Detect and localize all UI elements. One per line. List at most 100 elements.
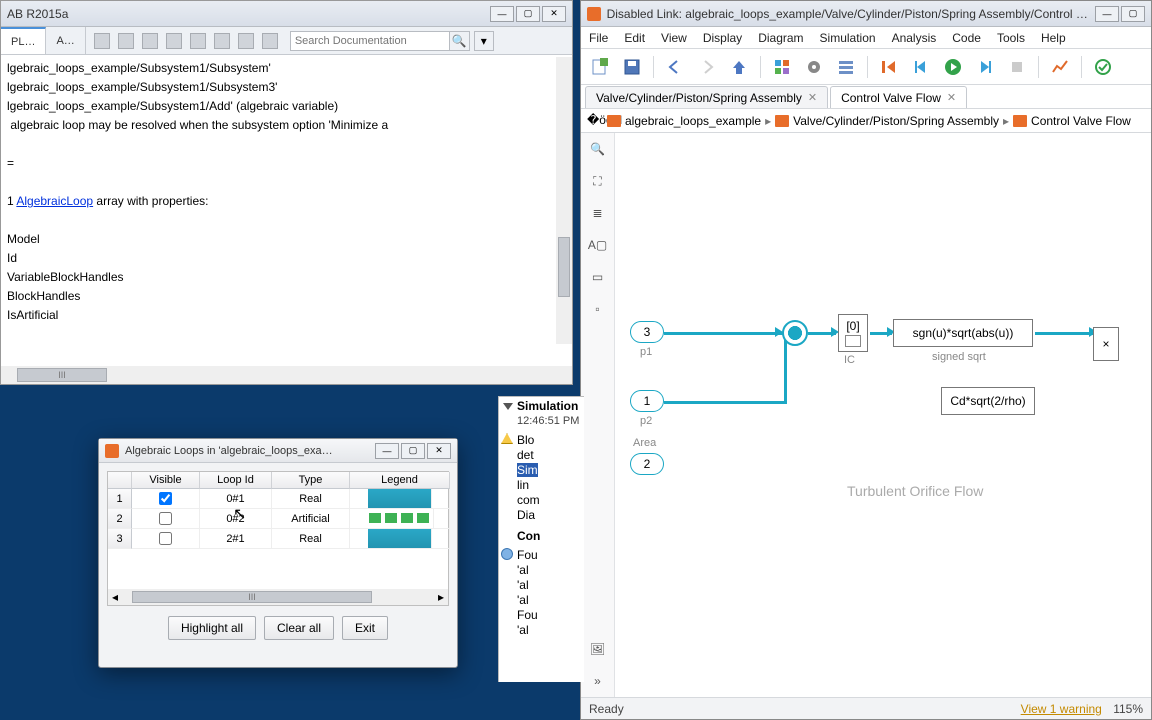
table-row[interactable]: 2 0#2 Artificial	[108, 509, 448, 529]
algebraicloop-link[interactable]: AlgebraicLoop	[16, 194, 93, 208]
new-script-icon[interactable]	[94, 33, 110, 49]
cut-icon[interactable]	[142, 33, 158, 49]
redo-icon[interactable]	[238, 33, 254, 49]
menu-display[interactable]: Display	[703, 31, 742, 45]
paste-icon[interactable]	[190, 33, 206, 49]
stop-icon[interactable]	[1004, 54, 1030, 80]
menu-simulation[interactable]: Simulation	[820, 31, 876, 45]
close-button[interactable]: ✕	[542, 6, 566, 22]
undo-icon[interactable]	[214, 33, 230, 49]
expand-icon[interactable]: »	[587, 671, 609, 691]
matlab-toolstrip: PL… A… 🔍 ▾	[1, 27, 572, 55]
sim-diag-header[interactable]: Simulation	[499, 397, 584, 415]
horizontal-scrollbar[interactable]: III	[1, 366, 572, 384]
copy-icon[interactable]	[166, 33, 182, 49]
menu-analysis[interactable]: Analysis	[892, 31, 937, 45]
zoom-icon[interactable]: 🔍	[587, 139, 609, 159]
exit-button[interactable]: Exit	[342, 616, 388, 640]
model-explorer-icon[interactable]	[833, 54, 859, 80]
al-close-button[interactable]: ✕	[427, 443, 451, 459]
fcn-block[interactable]: sgn(u)*sqrt(abs(u))	[893, 319, 1033, 347]
simulation-diagnostics-panel: Simulation 12:46:51 PM Blo det Sim lin c…	[498, 396, 584, 682]
tab-spring-assembly[interactable]: Valve/Cylinder/Piston/Spring Assembly✕	[585, 86, 828, 108]
table-row[interactable]: 1 0#1 Real	[108, 489, 448, 509]
menu-edit[interactable]: Edit	[624, 31, 645, 45]
vertical-scrollbar[interactable]	[556, 57, 572, 344]
crumb-level-1[interactable]: Valve/Cylinder/Piston/Spring Assembly	[793, 114, 999, 128]
scrollbar-thumb[interactable]	[558, 237, 570, 297]
crumb-root[interactable]: algebraic_loops_example	[625, 114, 761, 128]
back-icon[interactable]	[662, 54, 688, 80]
al-horizontal-scrollbar[interactable]: ◂III▸	[108, 589, 448, 605]
al-maximize-button[interactable]: ▢	[401, 443, 425, 459]
menu-help[interactable]: Help	[1041, 31, 1066, 45]
maximize-button[interactable]: ▢	[516, 6, 540, 22]
crumb-level-2[interactable]: Control Valve Flow	[1031, 114, 1131, 128]
up-icon[interactable]	[726, 54, 752, 80]
inport-area[interactable]: 2	[630, 453, 664, 475]
search-documentation: 🔍 ▾	[286, 27, 572, 54]
slk-maximize-button[interactable]: ▢	[1121, 6, 1145, 22]
inport-p2[interactable]: 1	[630, 390, 664, 412]
inport-p1-label: p1	[640, 346, 652, 358]
close-tab-icon[interactable]: ✕	[808, 91, 817, 104]
step-forward-icon[interactable]	[972, 54, 998, 80]
new-model-icon[interactable]	[587, 54, 613, 80]
step-back-icon[interactable]	[876, 54, 902, 80]
annotation-icon[interactable]: A▢	[587, 235, 609, 255]
block-diagram-canvas[interactable]: 3 p1 1 p2 2 Area [0] IC sgn(u)*sqrt(abs(…	[615, 133, 1151, 697]
table-row[interactable]: 3 2#1 Real	[108, 529, 448, 549]
hscroll-thumb[interactable]: III	[17, 368, 107, 382]
menu-code[interactable]: Code	[952, 31, 981, 45]
inport-p1[interactable]: 3	[630, 321, 664, 343]
viewmark-icon[interactable]: ▫	[587, 299, 609, 319]
sum-block[interactable]	[782, 320, 808, 346]
visible-checkbox[interactable]	[159, 512, 172, 525]
forward-icon[interactable]	[694, 54, 720, 80]
command-window-content: lgebraic_loops_example/Subsystem1/Subsys…	[1, 57, 572, 327]
menu-tools[interactable]: Tools	[997, 31, 1025, 45]
status-warning-link[interactable]: View 1 warning	[1021, 702, 1102, 716]
product-block[interactable]: ×	[1093, 327, 1119, 361]
command-window[interactable]: lgebraic_loops_example/Subsystem1/Subsys…	[1, 57, 572, 344]
save-icon[interactable]	[619, 54, 645, 80]
tab-control-valve-flow[interactable]: Control Valve Flow✕	[830, 86, 967, 108]
library-browser-icon[interactable]	[769, 54, 795, 80]
data-inspector-icon[interactable]	[1047, 54, 1073, 80]
home-icon[interactable]: �ödel	[587, 113, 603, 129]
status-zoom[interactable]: 115%	[1113, 702, 1143, 716]
visible-checkbox[interactable]	[159, 532, 172, 545]
minimize-button[interactable]: —	[490, 6, 514, 22]
step-back-once-icon[interactable]	[908, 54, 934, 80]
search-dropdown-icon[interactable]: ▾	[474, 31, 494, 51]
area-icon[interactable]: ▭	[587, 267, 609, 287]
save-icon[interactable]	[118, 33, 134, 49]
hierarchy-icon[interactable]: ≣	[587, 203, 609, 223]
loops-table: Visible Loop Id Type Legend 1 0#1 Real 2…	[107, 471, 449, 606]
gain-block[interactable]: Cd*sqrt(2/rho)	[941, 387, 1035, 415]
run-icon[interactable]	[940, 54, 966, 80]
toolstrip-tab-plots[interactable]: PL…	[1, 27, 46, 54]
model-config-icon[interactable]	[801, 54, 827, 80]
al-dialog-titlebar: Algebraic Loops in 'algebraic_loops_exa……	[99, 439, 457, 463]
fit-to-view-icon[interactable]: ⛶	[587, 171, 609, 191]
status-ready: Ready	[589, 702, 624, 716]
model-icon	[775, 115, 789, 127]
toolstrip-tab-apps[interactable]: A…	[46, 27, 85, 54]
close-tab-icon[interactable]: ✕	[947, 91, 956, 104]
search-icon[interactable]: 🔍	[450, 31, 470, 51]
build-icon[interactable]	[1090, 54, 1116, 80]
clear-all-button[interactable]: Clear all	[264, 616, 334, 640]
menu-view[interactable]: View	[661, 31, 687, 45]
model-icon	[607, 115, 621, 127]
al-minimize-button[interactable]: —	[375, 443, 399, 459]
help-icon[interactable]	[262, 33, 278, 49]
ic-block[interactable]: [0]	[838, 314, 868, 352]
image-icon[interactable]: 🖼	[587, 639, 609, 659]
menu-diagram[interactable]: Diagram	[758, 31, 803, 45]
visible-checkbox[interactable]	[159, 492, 172, 505]
highlight-all-button[interactable]: Highlight all	[168, 616, 256, 640]
search-input[interactable]	[290, 31, 450, 51]
menu-file[interactable]: File	[589, 31, 608, 45]
slk-minimize-button[interactable]: —	[1095, 6, 1119, 22]
